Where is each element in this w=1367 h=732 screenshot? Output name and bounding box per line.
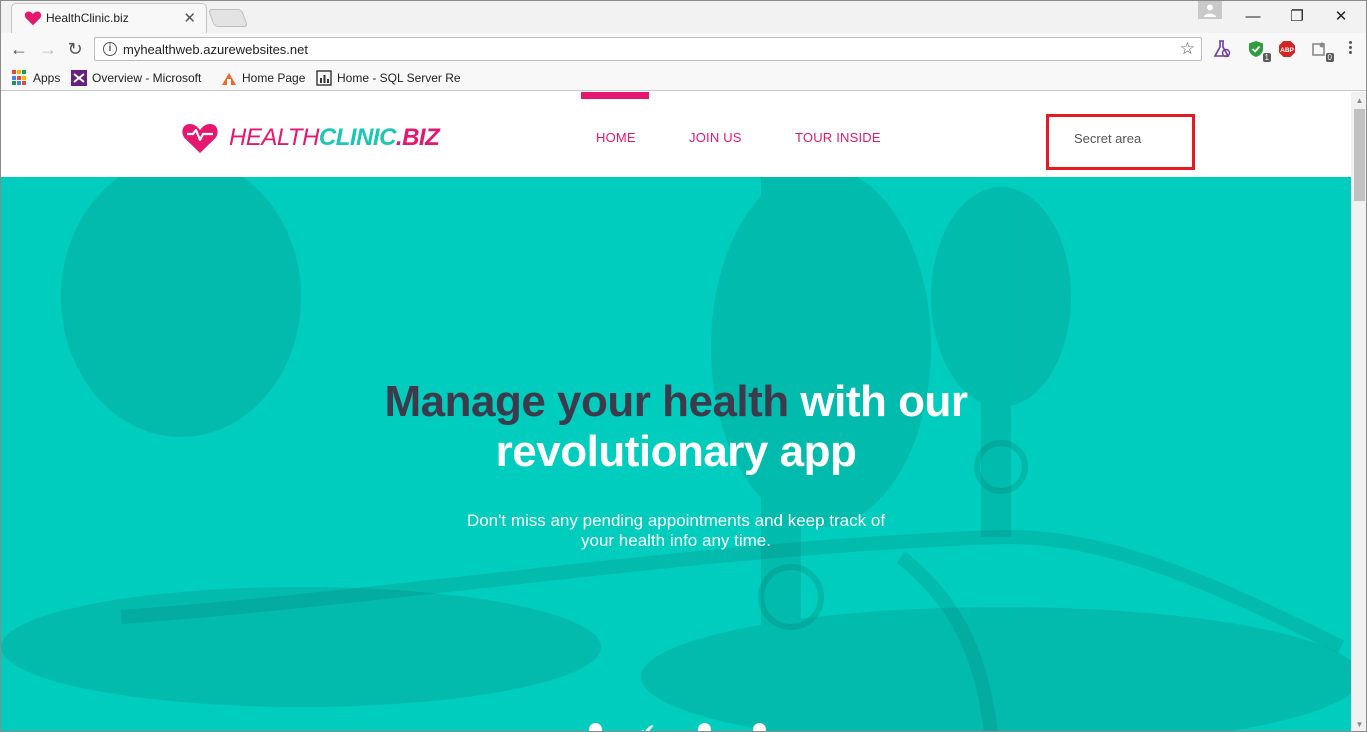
hero-title-text: with our [800, 377, 968, 426]
hero-title-line1: Manage your health with our [1, 377, 1351, 427]
page-viewport: HEALTHCLINIC.BIZ HOME JOIN US TOUR INSID… [1, 92, 1351, 731]
adblock-label: ABP [1280, 47, 1294, 54]
scrollbar-thumb[interactable] [1354, 109, 1365, 201]
secret-area-highlight: Secret area [1046, 114, 1195, 170]
hero-banner: Manage your health with our revolutionar… [1, 177, 1351, 731]
forward-arrow-icon[interactable]: → [38, 39, 58, 59]
menu-icon[interactable] [1348, 41, 1354, 57]
checkmark-icon[interactable]: ✔ [639, 719, 656, 731]
logo-text-part: CLINIC [318, 124, 397, 151]
profile-button[interactable] [1198, 1, 1222, 19]
back-arrow-icon[interactable]: ← [9, 39, 29, 59]
bookmarks-bar: Apps Overview - Microsoft Home Page Home… [1, 65, 1366, 91]
sql-report-icon [316, 70, 332, 86]
carousel-dot[interactable] [589, 723, 602, 731]
bookmark-sql-server[interactable]: Home - SQL Server Re [316, 69, 461, 87]
adblock-icon[interactable]: ABP [1278, 40, 1296, 58]
page-scrollbar[interactable]: ▲ ▼ [1351, 92, 1366, 731]
heart-logo-icon [182, 124, 218, 153]
url-text[interactable]: myhealthweb.azurewebsites.net [123, 42, 308, 57]
home-page-icon [222, 73, 236, 85]
nav-tour-inside[interactable]: TOUR INSIDE [795, 130, 881, 145]
carousel-dot[interactable] [698, 723, 711, 731]
hero-subtitle-line: your health info any time. [581, 531, 771, 550]
carousel-dots: ✔ [587, 719, 777, 731]
minimize-button[interactable]: — [1230, 1, 1276, 31]
hero-subtitle-line: Don't miss any pending appointments and … [466, 511, 886, 530]
tab-close-icon[interactable]: ✕ [183, 9, 196, 27]
bookmark-apps[interactable]: Apps [12, 69, 60, 87]
close-window-button[interactable]: ✕ [1318, 1, 1364, 31]
hero-subtitle: Don't miss any pending appointments and … [1, 511, 1351, 551]
flask-icon[interactable] [1213, 40, 1231, 58]
reload-icon[interactable]: ↻ [65, 39, 85, 59]
browser-toolbar: ← → ↻ i myhealthweb.azurewebsites.net ☆ … [1, 33, 1366, 65]
bookmark-label: Apps [33, 71, 61, 85]
extension-icon[interactable]: 0 [1310, 40, 1334, 62]
bookmark-label: Overview - Microsoft [92, 71, 202, 85]
hero-title-line2: revolutionary app [495, 427, 857, 476]
nav-join-us[interactable]: JOIN US [689, 130, 742, 145]
secret-area-link[interactable]: Secret area [1074, 131, 1141, 146]
heart-favicon-icon [24, 11, 42, 26]
new-tab-button[interactable] [207, 9, 249, 27]
apps-grid-icon [12, 70, 28, 86]
browser-tab[interactable]: HealthClinic.biz ✕ [11, 3, 207, 33]
extension-badge: 1 [1262, 53, 1271, 62]
bookmark-label: Home Page [242, 71, 306, 85]
bookmark-overview-microsoft[interactable]: Overview - Microsoft [71, 69, 201, 87]
logo-text-part: HEALTH [229, 124, 319, 151]
site-header: HEALTHCLINIC.BIZ HOME JOIN US TOUR INSID… [1, 92, 1351, 177]
bookmark-home-page[interactable]: Home Page [221, 69, 305, 87]
bookmark-star-icon[interactable]: ☆ [1180, 39, 1195, 59]
bookmark-label: Home - SQL Server Re [337, 71, 461, 85]
address-bar[interactable]: i myhealthweb.azurewebsites.net ☆ [94, 37, 1202, 61]
tab-title: HealthClinic.biz [46, 11, 129, 25]
person-icon [1204, 4, 1216, 17]
tab-strip: HealthClinic.biz ✕ — ❐ ✕ [1, 1, 1366, 33]
scroll-down-arrow-icon[interactable]: ▼ [1351, 716, 1366, 731]
active-nav-indicator [581, 92, 649, 99]
info-icon[interactable]: i [103, 42, 117, 56]
logo-text-part: .BIZ [395, 124, 440, 151]
nav-home[interactable]: HOME [596, 130, 636, 145]
site-logo[interactable]: HEALTHCLINIC.BIZ [181, 122, 440, 154]
scroll-up-arrow-icon[interactable]: ▲ [1351, 92, 1366, 109]
visual-studio-icon [71, 70, 87, 86]
carousel-dot[interactable] [753, 723, 766, 731]
hero-title-emphasis: Manage your health [384, 377, 789, 426]
browser-window: HealthClinic.biz ✕ — ❐ ✕ ← → ↻ i myhealt… [0, 0, 1367, 732]
maximize-button[interactable]: ❐ [1274, 1, 1320, 31]
shield-icon[interactable]: 1 [1247, 40, 1271, 62]
extension-badge: 0 [1325, 53, 1334, 62]
logo-text: HEALTHCLINIC.BIZ [229, 124, 440, 152]
